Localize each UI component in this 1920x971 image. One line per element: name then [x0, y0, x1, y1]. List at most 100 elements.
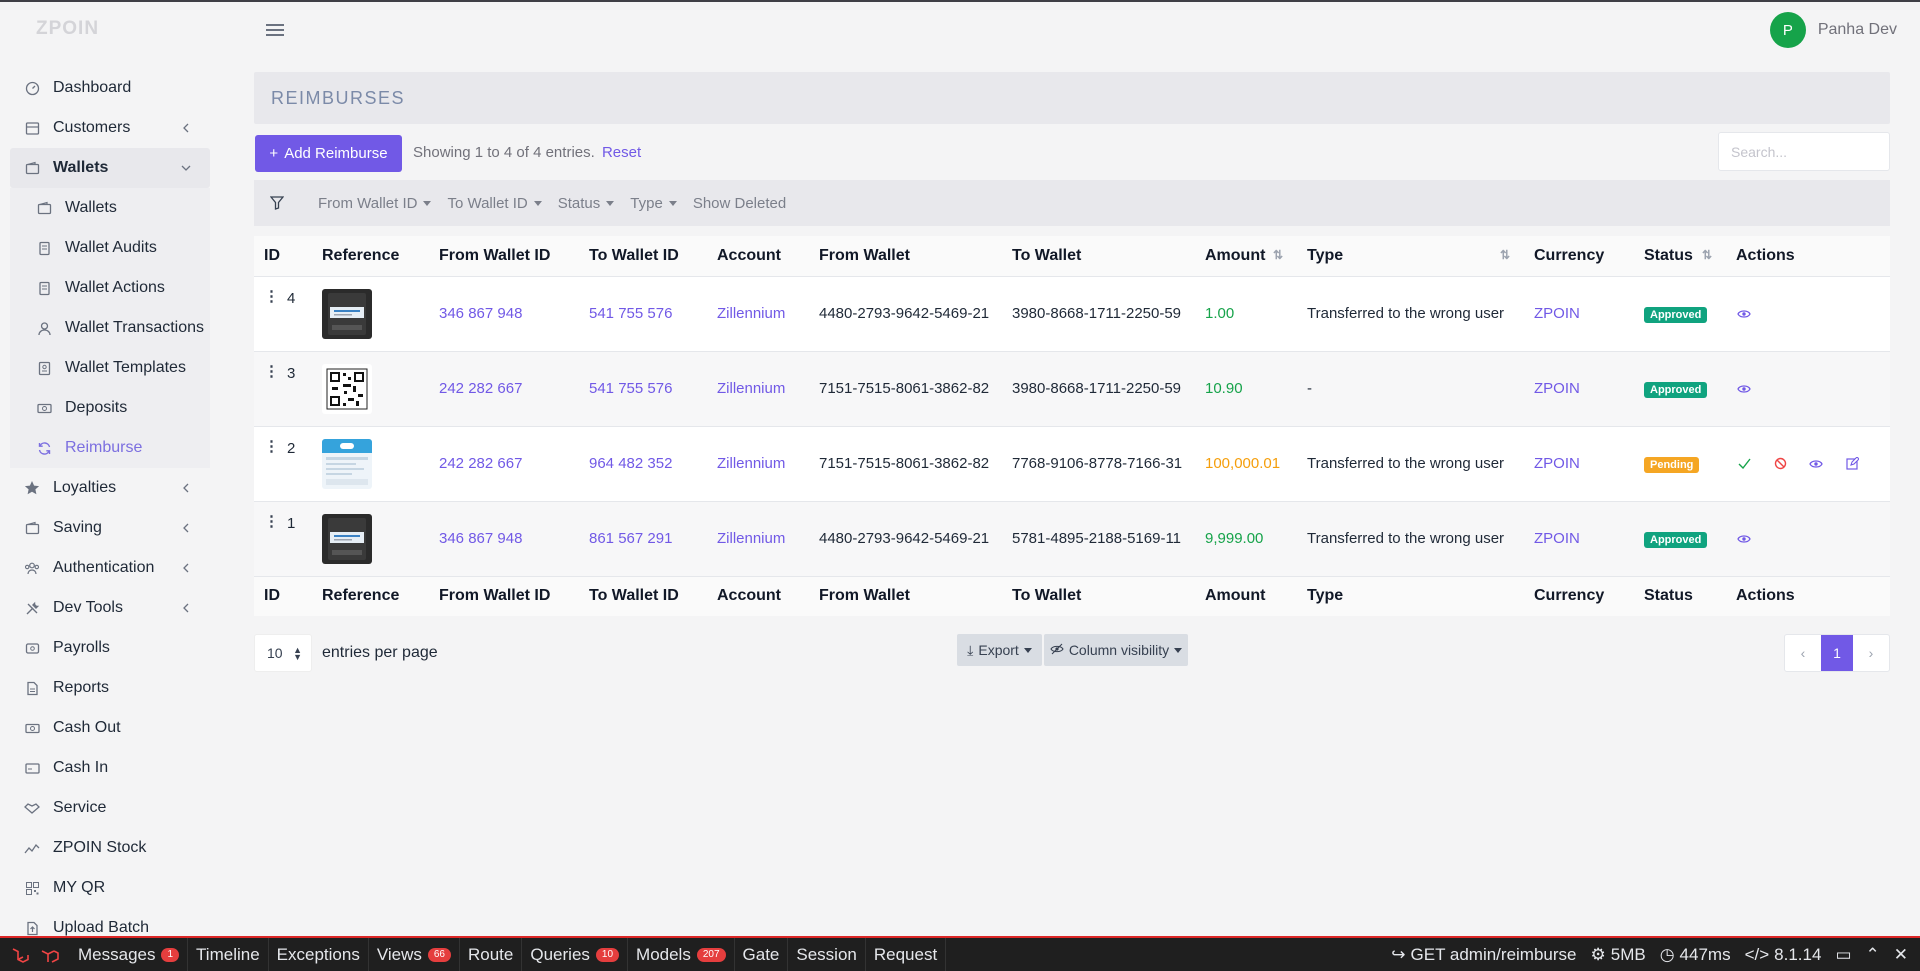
reset-link[interactable]: Reset [602, 144, 641, 161]
sidebar-subitem-wallet-audits[interactable]: Wallet Audits [10, 228, 210, 268]
from-wallet-id-link[interactable]: 242 282 667 [439, 455, 522, 472]
chevron-up-icon[interactable]: ⌃ [1866, 945, 1880, 965]
row-menu-icon[interactable]: ⋮ [264, 364, 279, 379]
debug-tab-timeline[interactable]: Timeline [188, 938, 269, 971]
user-name[interactable]: Panha Dev [1818, 21, 1897, 39]
from-wallet-id-link[interactable]: 242 282 667 [439, 380, 522, 397]
currency-link[interactable]: ZPOIN [1534, 455, 1580, 472]
avatar[interactable]: P [1769, 12, 1806, 48]
laravel-logo-icon[interactable] [6, 938, 34, 971]
sidebar-item-my-qr[interactable]: MY QR [10, 868, 210, 908]
folder-icon[interactable]: ▭ [1835, 945, 1851, 965]
eye-icon[interactable] [1808, 456, 1824, 472]
account-link[interactable]: Zillennium [717, 380, 785, 397]
sidebar-item-upload-batch[interactable]: Upload Batch [10, 908, 210, 936]
close-icon[interactable]: ✕ [1894, 945, 1908, 965]
check-icon[interactable] [1736, 456, 1752, 472]
search-input[interactable] [1718, 132, 1890, 171]
sidebar-item-authentication[interactable]: Authentication [10, 548, 210, 588]
from-wallet: 4480-2793-9642-5469-21 [819, 305, 990, 322]
column-header-status[interactable]: Status ⇅ [1634, 236, 1726, 276]
to-wallet-id-link[interactable]: 541 755 576 [589, 380, 672, 397]
prev-page-button[interactable]: ‹ [1785, 635, 1821, 671]
to-wallet-id-link[interactable]: 541 755 576 [589, 305, 672, 322]
sidebar-item-saving[interactable]: Saving [10, 508, 210, 548]
chevron-down-icon [178, 160, 194, 176]
currency-link[interactable]: ZPOIN [1534, 530, 1580, 547]
debug-tab-route[interactable]: Route [460, 938, 523, 971]
sort-icon[interactable]: ⇅ [1702, 248, 1712, 262]
filter-show-deleted[interactable]: Show Deleted [693, 195, 786, 212]
sidebar-item-dashboard[interactable]: Dashboard [10, 68, 210, 108]
sidebar-item-dev-tools[interactable]: Dev Tools [10, 588, 210, 628]
filter-type[interactable]: Type [630, 195, 677, 212]
page-button-current[interactable]: 1 [1821, 635, 1853, 671]
sidebar-item-cash-out[interactable]: Cash Out [10, 708, 210, 748]
sidebar-item-loyalties[interactable]: Loyalties [10, 468, 210, 508]
from-wallet-id-link-cell: 346 867 948 [429, 500, 579, 576]
account-link[interactable]: Zillennium [717, 530, 785, 547]
hamburger-menu-icon[interactable] [264, 20, 286, 40]
reference-image[interactable] [322, 438, 372, 489]
reference-image[interactable] [322, 363, 372, 414]
sort-icon[interactable]: ⇅ [1500, 248, 1510, 262]
brand-logo[interactable]: ZPOIN [36, 18, 99, 40]
sidebar-subitem-reimburse[interactable]: Reimburse [10, 428, 210, 468]
row-menu-icon[interactable]: ⋮ [264, 439, 279, 454]
reference-image[interactable] [322, 513, 372, 564]
reference-image[interactable] [322, 288, 372, 339]
row-id: 4 [287, 289, 296, 307]
to-wallet-id-link[interactable]: 964 482 352 [589, 455, 672, 472]
debug-tab-queries[interactable]: Queries 10 [522, 938, 629, 971]
debug-tab-messages[interactable]: Messages 1 [70, 938, 189, 971]
filter-status[interactable]: Status [558, 195, 615, 212]
sidebar-subitem-wallet-transactions[interactable]: Wallet Transactions [10, 308, 210, 348]
sidebar-subitem-wallet-actions[interactable]: Wallet Actions [10, 268, 210, 308]
filter-from-wallet-id[interactable]: From Wallet ID [318, 195, 432, 212]
column-header-label: From Wallet [819, 587, 910, 605]
user-menu[interactable]: P Panha Dev [1769, 12, 1897, 48]
add-reimburse-button[interactable]: + Add Reimburse [255, 135, 402, 172]
eye-icon[interactable] [1736, 381, 1752, 397]
top-header: P Panha Dev [220, 2, 1920, 58]
sidebar-subitem-wallets[interactable]: Wallets [10, 188, 210, 228]
from-wallet-id-link[interactable]: 346 867 948 [439, 305, 522, 322]
debug-request[interactable]: ↪ GET admin/reimburse [1391, 945, 1576, 965]
debug-tab-exceptions[interactable]: Exceptions [269, 938, 369, 971]
column-header-amount[interactable]: Amount ⇅ [1195, 236, 1297, 276]
edit-icon[interactable] [1844, 456, 1860, 472]
currency-link[interactable]: ZPOIN [1534, 380, 1580, 397]
sidebar-item-wallets[interactable]: Wallets [10, 148, 210, 188]
sidebar-item-customers[interactable]: Customers [10, 108, 210, 148]
from-wallet-id-link[interactable]: 346 867 948 [439, 530, 522, 547]
eye-icon[interactable] [1736, 531, 1752, 547]
sidebar-item-reports[interactable]: Reports [10, 668, 210, 708]
export-button[interactable]: ⤓ Export [957, 634, 1042, 666]
sidebar-item-zpoin-stock[interactable]: ZPOIN Stock [10, 828, 210, 868]
debugbar-logo-icon[interactable] [36, 938, 64, 971]
row-menu-icon[interactable]: ⋮ [264, 514, 279, 529]
per-page-select[interactable]: 10 ▲ ▼ [254, 634, 312, 672]
sidebar-item-payrolls[interactable]: Payrolls [10, 628, 210, 668]
debug-tab-session[interactable]: Session [788, 938, 866, 971]
account-link[interactable]: Zillennium [717, 455, 785, 472]
currency-link[interactable]: ZPOIN [1534, 305, 1580, 322]
column-header-type[interactable]: Type ⇅ [1297, 236, 1524, 276]
ban-icon[interactable] [1772, 456, 1788, 472]
debug-tab-models[interactable]: Models 207 [628, 938, 735, 971]
sidebar-item-service[interactable]: Service [10, 788, 210, 828]
filter-to-wallet-id[interactable]: To Wallet ID [447, 195, 542, 212]
debug-tab-views[interactable]: Views 66 [369, 938, 460, 971]
sidebar-item-cash-in[interactable]: Cash In [10, 748, 210, 788]
next-page-button[interactable]: › [1853, 635, 1889, 671]
debug-tab-request[interactable]: Request [866, 938, 947, 971]
to-wallet-id-link[interactable]: 861 567 291 [589, 530, 672, 547]
row-menu-icon[interactable]: ⋮ [264, 289, 279, 304]
sidebar-subitem-deposits[interactable]: Deposits [10, 388, 210, 428]
sort-icon[interactable]: ⇅ [1273, 248, 1283, 262]
debug-tab-gate[interactable]: Gate [735, 938, 789, 971]
account-link[interactable]: Zillennium [717, 305, 785, 322]
sidebar-subitem-wallet-templates[interactable]: Wallet Templates [10, 348, 210, 388]
eye-icon[interactable] [1736, 306, 1752, 322]
column-visibility-button[interactable]: Column visibility [1044, 634, 1188, 666]
